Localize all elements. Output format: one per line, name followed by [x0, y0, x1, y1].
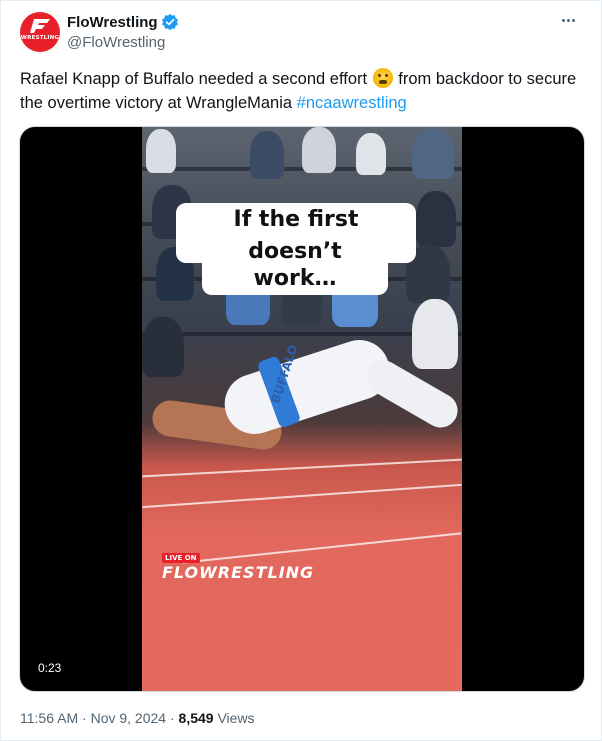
- tweet-meta: 11:56 AM · Nov 9, 2024 · 8,549 Views: [20, 710, 255, 726]
- flo-logo-icon: [30, 19, 50, 33]
- tweet-date[interactable]: Nov 9, 2024: [91, 710, 167, 726]
- handle[interactable]: @FloWrestling: [67, 34, 165, 51]
- video-caption-line2: doesn’t work…: [202, 235, 388, 295]
- meta-separator: ·: [78, 710, 91, 726]
- tweet-time[interactable]: 11:56 AM: [20, 710, 78, 726]
- more-horizontal-icon[interactable]: [557, 9, 579, 31]
- display-name[interactable]: FloWrestling: [67, 14, 158, 31]
- author-name-row[interactable]: FloWrestling: [67, 13, 179, 31]
- live-on-badge: LIVE ON: [162, 553, 200, 563]
- video-frame: BUFFALO If the first attempt doesn’t wor…: [142, 127, 462, 691]
- meta-separator-2: ·: [166, 710, 179, 726]
- tweet-text-part1: Rafael Knapp of Buffalo needed a second …: [20, 70, 368, 88]
- avatar[interactable]: WRESTLING: [20, 12, 60, 52]
- video-duration: 0:23: [32, 659, 68, 677]
- avatar-text: WRESTLING: [20, 35, 60, 41]
- verified-badge-icon: [161, 13, 178, 31]
- views-label: Views: [217, 710, 255, 726]
- steam-face-emoji-icon: [372, 68, 393, 88]
- video-player[interactable]: BUFFALO If the first attempt doesn’t wor…: [19, 126, 585, 692]
- views-count: 8,549: [178, 710, 214, 726]
- hashtag-link[interactable]: #ncaawrestling: [297, 94, 407, 112]
- tweet-card: WRESTLING FloWrestling @FloWrestling Raf…: [0, 0, 602, 741]
- broadcaster-logo: FLOWRESTLING: [162, 563, 315, 582]
- tweet-text: Rafael Knapp of Buffalo needed a second …: [20, 67, 580, 115]
